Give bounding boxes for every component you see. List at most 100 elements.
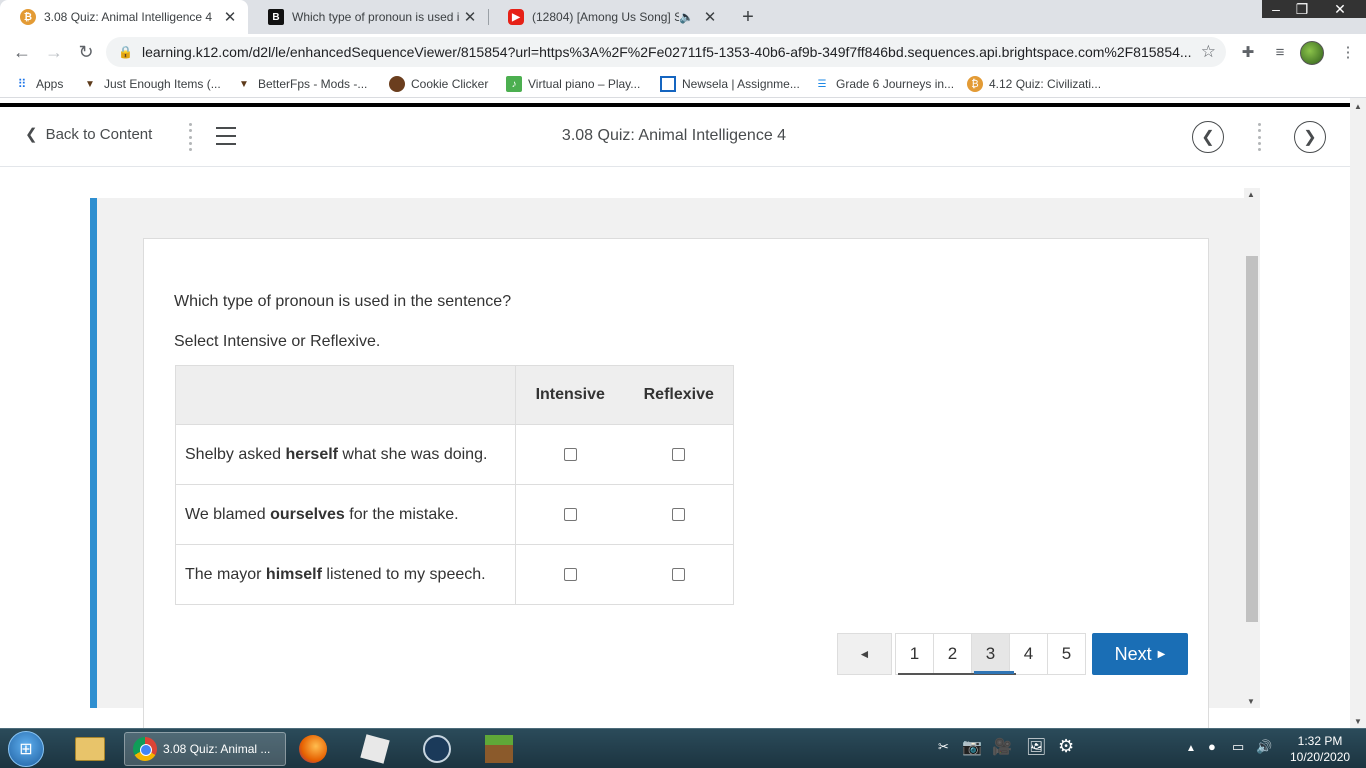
next-button[interactable]: Next ▶ (1092, 633, 1188, 675)
brainly-icon: B (268, 9, 284, 25)
clock-time: 1:32 PM (1297, 734, 1343, 748)
next-topic-button[interactable]: ❯ (1294, 121, 1326, 153)
profile-avatar[interactable] (1300, 41, 1324, 65)
steam-tray-icon[interactable]: ● (1208, 739, 1216, 754)
content-area: Which type of pronoun is used in the sen… (0, 168, 1350, 738)
tab-strip: ₿ 3.08 Quiz: Animal Intelligence 4 ✕ B W… (0, 0, 1366, 34)
clock-date: 10/20/2020 (1290, 750, 1351, 764)
sentence-text: what she was doing. (337, 445, 488, 463)
roblox-icon[interactable] (352, 732, 398, 766)
bookmark-newsela[interactable]: Newsela | Assignme... (660, 76, 800, 92)
bookmark-betterfps[interactable]: ▼ BetterFps - Mods -... (236, 76, 367, 92)
reflexive-checkbox[interactable] (672, 507, 686, 521)
video-icon[interactable]: 🎥 (992, 737, 1012, 757)
bookmark-cookie-clicker[interactable]: Cookie Clicker (389, 76, 488, 92)
page-button-5[interactable]: 5 (1047, 633, 1086, 675)
taskbar-window-label: 3.08 Quiz: Animal ... (163, 742, 271, 756)
frame-scrollbar[interactable]: ▲ ▼ (1244, 188, 1260, 708)
bookmark-star-icon[interactable]: ☆ (1201, 42, 1216, 62)
previous-question-button[interactable]: ◄ (837, 633, 892, 675)
start-button[interactable]: ⊞ (8, 731, 44, 767)
intensive-checkbox[interactable] (563, 447, 577, 461)
snip-icon[interactable]: ✂ (938, 739, 949, 755)
network-icon[interactable]: ▭ (1232, 739, 1244, 755)
minecraft-icon[interactable] (476, 732, 522, 766)
divider-dots (188, 123, 192, 151)
sentence-text: The mayor (185, 565, 266, 583)
taskbar-chrome-window[interactable]: 3.08 Quiz: Animal ... (124, 732, 286, 766)
k12-icon: ₿ (20, 9, 36, 25)
system-clock[interactable]: 1:32 PM 10/20/2020 (1290, 733, 1350, 765)
close-tab-icon[interactable]: ✕ (460, 8, 480, 26)
show-hidden-icons[interactable]: ▲ (1186, 743, 1196, 754)
new-tab-button[interactable]: + (734, 3, 762, 31)
volume-icon[interactable]: 🔊 (1256, 739, 1272, 755)
browser-toolbar: ← → ↻ 🔒 learning.k12.com/d2l/le/enhanced… (0, 34, 1366, 70)
chrome-menu-icon[interactable]: ⋮ (1338, 42, 1358, 62)
restore-icon[interactable]: ❐ (1288, 0, 1316, 18)
bookmark-label: Just Enough Items (... (104, 77, 221, 91)
sentence-cell: The mayor himself listened to my speech. (175, 544, 516, 605)
scroll-up-icon[interactable]: ▲ (1354, 102, 1362, 111)
sentence-text: listened to my speech. (321, 565, 486, 583)
intensive-checkbox[interactable] (563, 507, 577, 521)
page-scrollbar[interactable]: ▲ ▼ (1350, 98, 1366, 728)
bookmark-civilization-quiz[interactable]: ₿ 4.12 Quiz: Civilizati... (967, 76, 1101, 92)
close-tab-icon[interactable]: ✕ (700, 8, 720, 26)
extensions-puzzle-icon[interactable]: ✚ (1238, 42, 1258, 62)
sentence-text: We blamed (185, 505, 271, 523)
page-button-4[interactable]: 4 (1009, 633, 1048, 675)
scroll-down-icon[interactable]: ▼ (1354, 717, 1362, 726)
audio-playing-icon[interactable]: 🔈 (679, 10, 694, 24)
tab-brainly[interactable]: B Which type of pronoun is used in ✕ (248, 0, 488, 34)
next-label: Next (1114, 643, 1152, 664)
address-bar[interactable]: 🔒 learning.k12.com/d2l/le/enhancedSequen… (106, 37, 1226, 67)
intensive-checkbox[interactable] (563, 567, 577, 581)
file-explorer-icon[interactable] (66, 732, 114, 766)
bookmark-label: 4.12 Quiz: Civilizati... (989, 77, 1102, 91)
media-queue-icon[interactable]: ≡ (1270, 42, 1290, 62)
content-nav-bar: ❮ Back to Content 3.08 Quiz: Animal Inte… (0, 107, 1350, 167)
bookmark-label: Apps (36, 77, 64, 91)
close-window-icon[interactable]: ✕ (1314, 0, 1366, 18)
bookmark-apps[interactable]: ⠿ Apps (14, 76, 64, 92)
bookmark-jei[interactable]: ▼ Just Enough Items (... (82, 76, 221, 92)
back-label: Back to Content (45, 125, 153, 143)
anvil-icon: ▼ (85, 78, 95, 90)
bookmark-journeys[interactable]: ☰ Grade 6 Journeys in... (814, 76, 955, 92)
settings-gear-icon[interactable]: ⚙ (1058, 736, 1074, 757)
stack-icon: ☰ (817, 78, 827, 90)
previous-topic-button[interactable]: ❮ (1192, 121, 1224, 153)
minimize-icon[interactable]: – (1262, 0, 1290, 18)
tab-title: (12804) [Among Us Song] Sh (532, 10, 680, 24)
reflexive-checkbox[interactable] (672, 567, 686, 581)
page-button-2[interactable]: 2 (933, 633, 972, 675)
firefox-icon[interactable] (290, 732, 336, 766)
scroll-up-icon[interactable]: ▲ (1247, 190, 1255, 199)
forward-arrow-icon[interactable]: → (40, 38, 68, 66)
close-tab-icon[interactable]: ✕ (220, 8, 240, 26)
back-to-content-link[interactable]: ❮ Back to Content (25, 125, 153, 144)
current-page-indicator (974, 671, 1014, 674)
reload-icon[interactable]: ↻ (72, 38, 100, 66)
tab-youtube[interactable]: ▶ (12804) [Among Us Song] Sh 🔈 ✕ (488, 0, 728, 34)
table-row: Shelby asked herself what she was doing. (175, 424, 734, 485)
bookmark-label: Virtual piano – Play... (528, 77, 641, 91)
page-button-3[interactable]: 3 (971, 633, 1010, 675)
tab-quiz[interactable]: ₿ 3.08 Quiz: Animal Intelligence 4 ✕ (0, 0, 248, 34)
lock-icon: 🔒 (118, 45, 133, 59)
page-button-1[interactable]: 1 (895, 633, 934, 675)
camera-icon[interactable]: 📷 (962, 737, 982, 757)
back-arrow-icon[interactable]: ← (8, 38, 36, 66)
k12-icon: ₿ (967, 76, 983, 92)
bookmark-virtual-piano[interactable]: ♪ Virtual piano – Play... (506, 76, 640, 92)
reflexive-checkbox[interactable] (672, 447, 686, 461)
sentence-cell: We blamed ourselves for the mistake. (175, 484, 516, 545)
menu-icon[interactable] (216, 127, 236, 145)
steam-icon[interactable] (414, 732, 460, 766)
gallery-icon[interactable]: 🖼 (1026, 737, 1046, 757)
scrollbar-thumb[interactable] (1246, 256, 1258, 622)
instruction-text: Select Intensive or Reflexive. (174, 333, 381, 350)
scroll-down-icon[interactable]: ▼ (1247, 697, 1255, 706)
sentence-cell: Shelby asked herself what she was doing. (175, 424, 516, 485)
